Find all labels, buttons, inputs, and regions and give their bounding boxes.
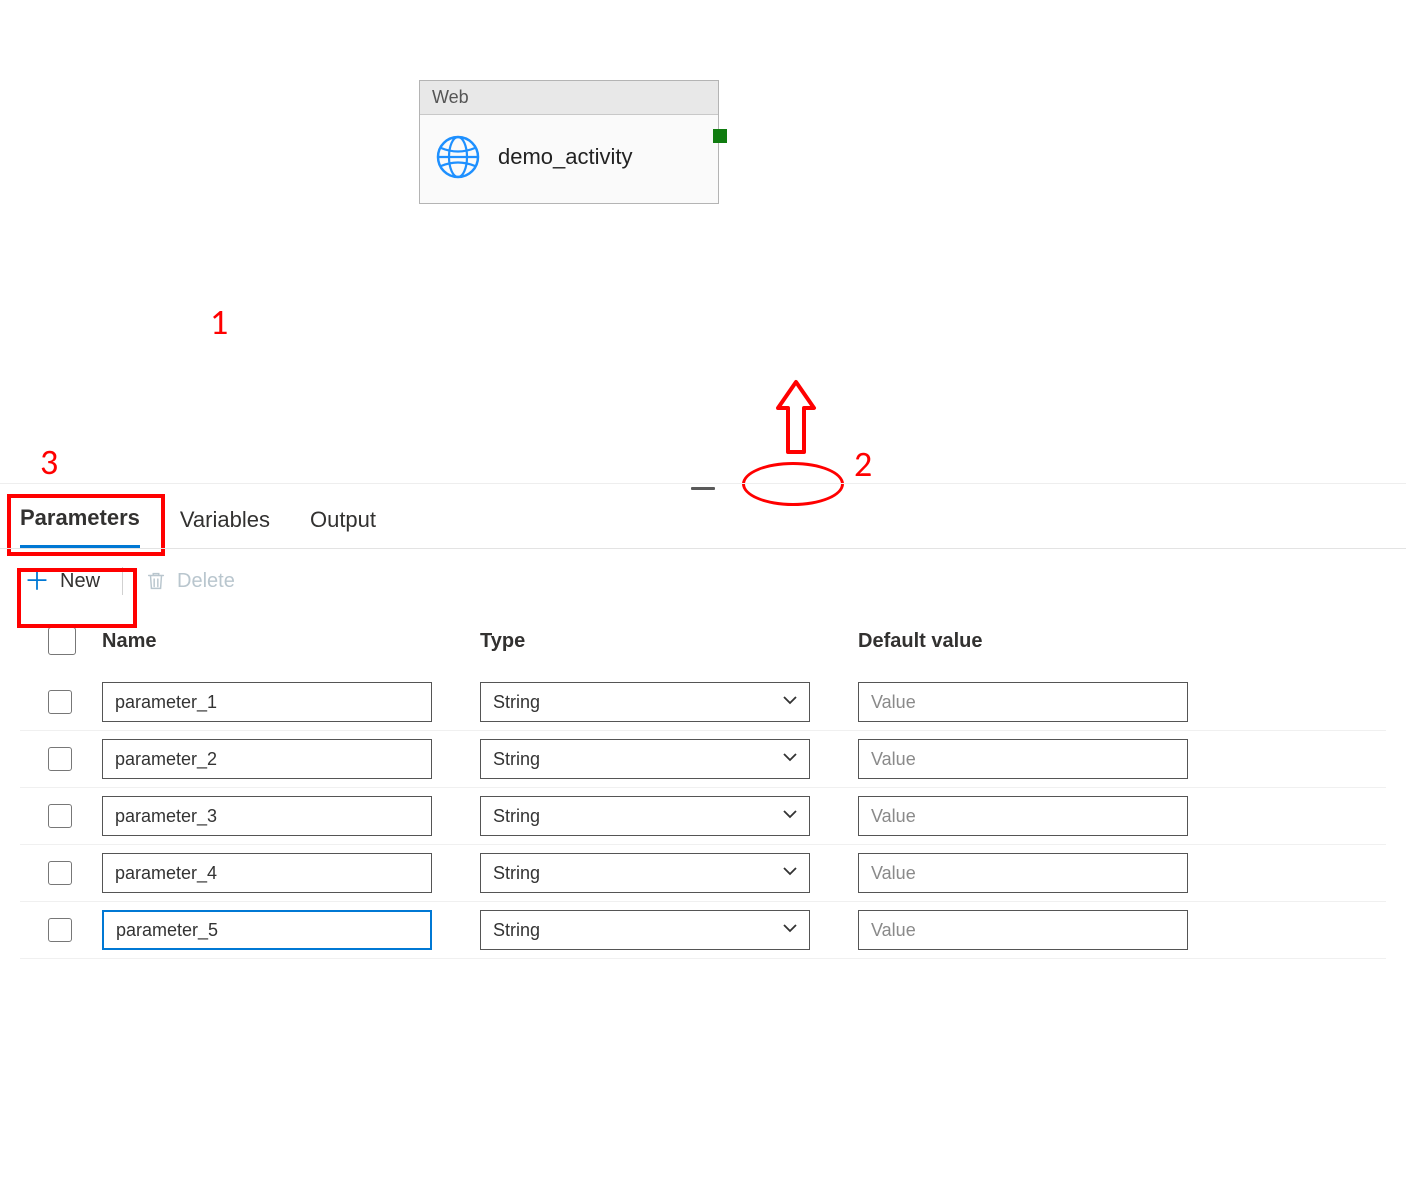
table-row: String xyxy=(20,902,1386,959)
param-type-select[interactable]: String xyxy=(480,796,810,836)
tab-parameters[interactable]: Parameters xyxy=(20,505,140,548)
annotation-marker-1: 1 xyxy=(210,300,228,344)
table-row: String xyxy=(20,845,1386,902)
table-row: String xyxy=(20,731,1386,788)
table-row: String xyxy=(20,788,1386,845)
annotation-marker-3: 3 xyxy=(40,440,58,484)
param-name-input[interactable] xyxy=(102,853,432,893)
col-header-default-value: Default value xyxy=(858,630,1358,653)
trash-icon xyxy=(145,570,167,592)
chevron-down-icon xyxy=(781,919,799,942)
param-type-label: String xyxy=(493,692,540,713)
col-header-type: Type xyxy=(480,630,858,653)
table-header-row: Name Type Default value xyxy=(20,617,1386,674)
tab-variables[interactable]: Variables xyxy=(180,507,270,547)
col-header-name: Name xyxy=(102,630,480,653)
row-checkbox[interactable] xyxy=(48,804,72,828)
chevron-down-icon xyxy=(781,805,799,828)
param-type-select[interactable]: String xyxy=(480,910,810,950)
chevron-down-icon xyxy=(781,691,799,714)
activity-name: demo_activity xyxy=(498,144,633,170)
parameters-table: Name Type Default value String String Stri… xyxy=(0,617,1406,959)
param-default-value-input[interactable] xyxy=(858,682,1188,722)
select-all-checkbox[interactable] xyxy=(48,627,76,655)
table-row: String xyxy=(20,674,1386,731)
chevron-down-icon xyxy=(781,748,799,771)
row-checkbox[interactable] xyxy=(48,747,72,771)
delete-button-label: Delete xyxy=(177,570,235,593)
activity-type-label: Web xyxy=(420,81,718,115)
param-name-input[interactable] xyxy=(102,796,432,836)
drag-bar-icon xyxy=(691,487,715,490)
param-type-label: String xyxy=(493,806,540,827)
param-default-value-input[interactable] xyxy=(858,739,1188,779)
chevron-down-icon xyxy=(781,862,799,885)
delete-parameter-button: Delete xyxy=(145,570,235,593)
param-type-select[interactable]: String xyxy=(480,853,810,893)
param-type-label: String xyxy=(493,863,540,884)
row-checkbox[interactable] xyxy=(48,918,72,942)
annotation-arrow-icon xyxy=(768,378,824,458)
parameters-toolbar: ＋ New Delete xyxy=(0,549,1406,617)
param-type-select[interactable]: String xyxy=(480,682,810,722)
param-name-input[interactable] xyxy=(102,682,432,722)
panel-resize-handle[interactable] xyxy=(0,483,1406,493)
tab-output[interactable]: Output xyxy=(310,507,376,547)
bottom-panel-tabs: Parameters Variables Output xyxy=(0,493,1406,549)
param-name-input[interactable] xyxy=(102,910,432,950)
param-default-value-input[interactable] xyxy=(858,910,1188,950)
param-type-label: String xyxy=(493,920,540,941)
param-default-value-input[interactable] xyxy=(858,796,1188,836)
annotation-marker-2: 2 xyxy=(854,442,872,486)
activity-output-port[interactable] xyxy=(713,129,727,143)
param-name-input[interactable] xyxy=(102,739,432,779)
param-default-value-input[interactable] xyxy=(858,853,1188,893)
globe-icon xyxy=(436,135,480,179)
annotation-box-new xyxy=(17,568,137,628)
param-type-label: String xyxy=(493,749,540,770)
row-checkbox[interactable] xyxy=(48,690,72,714)
activity-node-web[interactable]: Web demo_activity xyxy=(419,80,719,204)
row-checkbox[interactable] xyxy=(48,861,72,885)
pipeline-canvas[interactable]: Web demo_activity 1 xyxy=(0,0,1406,483)
param-type-select[interactable]: String xyxy=(480,739,810,779)
